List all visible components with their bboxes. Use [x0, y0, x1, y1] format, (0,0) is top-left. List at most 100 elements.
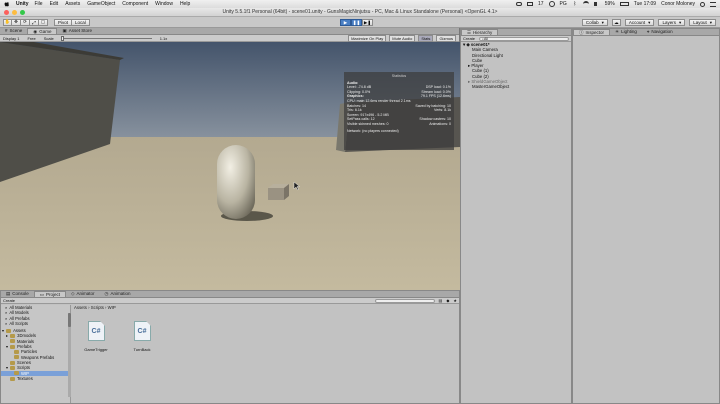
- project-search-input[interactable]: [374, 298, 435, 303]
- tree-item[interactable]: Textures: [1, 376, 70, 381]
- scale-tool-button[interactable]: ⤢: [30, 18, 39, 26]
- tree-item[interactable]: ⌕ All Scripts: [1, 321, 70, 326]
- menu-assets[interactable]: Assets: [65, 1, 80, 7]
- user-name[interactable]: Conor Moloney: [661, 1, 695, 7]
- tab-console[interactable]: ▤ Console: [1, 291, 34, 297]
- breadcrumb[interactable]: Assets › Scripts › WIP: [74, 305, 116, 311]
- volume-icon[interactable]: [593, 2, 600, 6]
- account-label: Account: [628, 20, 646, 25]
- menu-edit[interactable]: Edit: [50, 1, 59, 7]
- tab-animator[interactable]: ◇ Animator: [66, 291, 99, 297]
- scale-slider[interactable]: [60, 35, 152, 41]
- pivot-toggle[interactable]: Pivot: [54, 18, 73, 26]
- stats-skinned: Visible skinned meshes: 0: [347, 121, 389, 126]
- tab-game[interactable]: ◉ Game: [27, 28, 58, 34]
- menu-window[interactable]: Window: [155, 1, 173, 7]
- project-panel: ▤ Console ▭ Project ◇ Animator ◷ Animation C…: [0, 290, 460, 404]
- label-icon[interactable]: ◆: [446, 298, 449, 303]
- notification-center-icon[interactable]: [710, 1, 716, 7]
- mac-menu-bar: Unity File Edit Assets GameObject Compon…: [0, 0, 720, 8]
- tab-animation[interactable]: ◷ Animation: [100, 291, 136, 297]
- cloud-services-button[interactable]: ☁: [611, 19, 621, 26]
- scrollbar-thumb[interactable]: [68, 313, 71, 327]
- local-toggle[interactable]: Local: [72, 18, 90, 26]
- animator-icon: ◇: [71, 291, 75, 296]
- sync-icon[interactable]: [548, 1, 555, 7]
- mute-audio-toggle[interactable]: Mute Audio: [389, 34, 416, 42]
- display-dropdown[interactable]: Display 1: [3, 36, 19, 41]
- tab-hierarchy[interactable]: ☰ Hierarchy: [461, 29, 499, 35]
- project-create-dropdown[interactable]: Create: [3, 298, 15, 303]
- stats-title: Statistics: [391, 74, 407, 78]
- account-dropdown[interactable]: Account ▾: [624, 19, 655, 26]
- expand-icon[interactable]: ▸: [6, 333, 8, 338]
- aspect-dropdown[interactable]: Free: [27, 36, 35, 41]
- stats-toggle[interactable]: Stats: [418, 34, 434, 42]
- expand-icon[interactable]: ▸: [468, 79, 470, 84]
- tab-asset-store[interactable]: ▣ Asset Store: [57, 28, 97, 34]
- layers-dropdown[interactable]: Layers ▾: [658, 19, 686, 26]
- menu-app-name[interactable]: Unity: [16, 1, 29, 7]
- window-controls: [4, 10, 25, 15]
- step-button[interactable]: ▶❚: [362, 19, 373, 26]
- scale-slider-thumb[interactable]: [60, 35, 64, 41]
- apple-icon[interactable]: [4, 1, 10, 7]
- status-17[interactable]: 17: [538, 1, 544, 7]
- gizmos-dropdown[interactable]: Gizmos: [436, 34, 456, 42]
- expand-icon[interactable]: ▸: [468, 63, 470, 68]
- rotate-tool-button[interactable]: ⟳: [21, 18, 30, 26]
- store-icon: ▣: [62, 28, 67, 33]
- clock[interactable]: Tue 17:09: [634, 1, 656, 7]
- spotlight-search-icon[interactable]: [700, 1, 705, 7]
- battery-icon: [619, 2, 629, 6]
- tab-console-label: Console: [12, 291, 29, 296]
- hierarchy-search[interactable]: ⌕All: [479, 36, 569, 41]
- pause-button[interactable]: ❚❚: [351, 19, 362, 26]
- menu-file[interactable]: File: [35, 1, 43, 7]
- collab-dropdown[interactable]: Collab ▾: [581, 19, 608, 26]
- folder-icon: [10, 339, 15, 344]
- mail-icon[interactable]: [526, 2, 533, 6]
- tab-inspector[interactable]: ⓘ Inspector: [573, 29, 611, 35]
- menu-gameobject[interactable]: GameObject: [87, 1, 115, 7]
- tab-scene[interactable]: # Scene: [0, 28, 27, 34]
- minimize-window-button[interactable]: [12, 10, 17, 15]
- navigation-icon: ⌖: [646, 29, 650, 34]
- move-tool-button[interactable]: ✥: [12, 18, 21, 26]
- tab-project[interactable]: ▭ Project: [33, 291, 67, 297]
- battery-percent[interactable]: 59%: [605, 1, 615, 7]
- tab-scene-label: Scene: [9, 28, 23, 33]
- expand-icon[interactable]: ▾: [2, 328, 4, 333]
- hand-tool-button[interactable]: ✋: [3, 18, 12, 26]
- tab-lighting[interactable]: ☀ Lighting: [610, 29, 642, 35]
- menu-component[interactable]: Component: [122, 1, 148, 7]
- zoom-window-button[interactable]: [20, 10, 25, 15]
- layout-dropdown[interactable]: Layout ▾: [689, 19, 716, 26]
- rect-tool-button[interactable]: ▢: [39, 18, 48, 26]
- cloud-icon[interactable]: [515, 2, 522, 6]
- wifi-icon[interactable]: [582, 1, 589, 7]
- file-item[interactable]: C# TurnBack: [127, 321, 157, 352]
- search-icon: ⌕: [5, 320, 8, 326]
- tree-scrollbar[interactable]: [68, 313, 71, 397]
- expand-icon[interactable]: ▾: [6, 365, 8, 370]
- project-tabs: ▤ Console ▭ Project ◇ Animator ◷ Animation: [1, 291, 459, 298]
- expand-icon[interactable]: ▾: [463, 42, 465, 47]
- tree-item-label: All Scripts: [9, 320, 28, 326]
- folder-icon: ▭: [39, 291, 45, 297]
- chevron-down-icon: ▾: [648, 19, 651, 25]
- play-button[interactable]: ▶: [340, 19, 351, 26]
- tab-navigation[interactable]: ⌖ Navigation: [642, 29, 678, 35]
- menu-help[interactable]: Help: [180, 1, 190, 7]
- filter-icon[interactable]: ▤: [439, 298, 443, 303]
- collab-label: Collab: [585, 20, 599, 25]
- expand-icon[interactable]: ▾: [6, 344, 8, 349]
- hierarchy-item[interactable]: MasterGameObject: [461, 84, 571, 89]
- star-icon[interactable]: ★: [453, 298, 457, 303]
- maximize-on-play-toggle[interactable]: Maximize On Play: [348, 34, 387, 42]
- file-item[interactable]: C# GameTrigger: [81, 321, 111, 352]
- status-pg[interactable]: PG: [560, 1, 567, 7]
- close-window-button[interactable]: [4, 10, 9, 15]
- create-dropdown[interactable]: Create: [463, 36, 475, 41]
- bluetooth-icon[interactable]: ᛒ: [572, 1, 578, 7]
